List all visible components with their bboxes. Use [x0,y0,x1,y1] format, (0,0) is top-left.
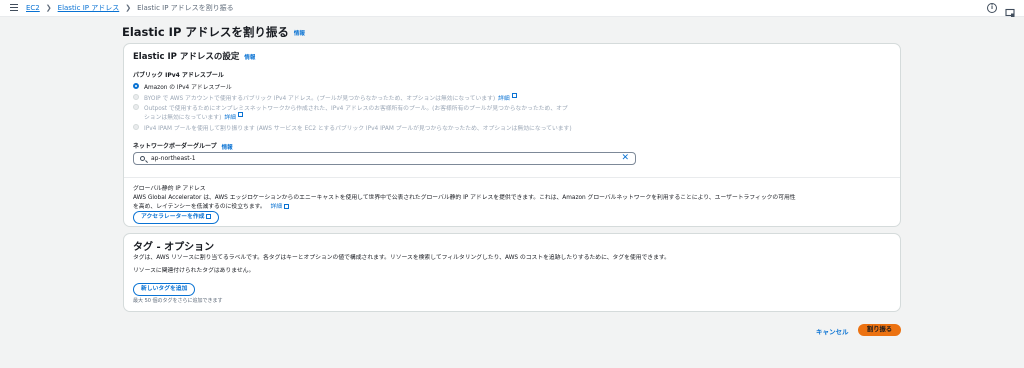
cancel-button[interactable]: キャンセル [816,326,849,336]
search-icon [140,156,145,161]
external-link-icon [237,112,243,117]
page-title-text: Elastic IP アドレスを割り振る [122,25,289,39]
info-icon[interactable]: i [987,3,997,13]
radio-byoip: BYOIP で AWS アカウントで使用するパブリック IPv4 アドレス。(プ… [133,93,517,102]
radio-byoip-label: BYOIP で AWS アカウントで使用するパブリック IPv4 アドレス。(プ… [144,96,496,102]
global-ip-desc-line2: を高め、レイテンシーを低減するのに役立ちます。 [133,204,266,210]
page-title: Elastic IP アドレスを割り振る 情報 [122,24,305,40]
settings-info-link[interactable]: 情報 [244,55,255,61]
breadcrumb-ec2[interactable]: EC2 [26,4,40,12]
chevron-right-icon: ❯ [125,4,132,12]
create-accelerator-button[interactable]: アクセラレーターを作成 [133,211,220,224]
radio-ipam: IPv4 IPAM プールを使用して割り振ります (AWS サービスを EC2 … [133,123,572,132]
radio-outpost: Outpost で使用するためにオンプレミスネットワークから作成された、IPv4… [133,103,568,112]
settings-heading: Elastic IP アドレスの設定 情報 [133,50,255,62]
radio-disabled-icon [133,104,139,110]
global-ip-desc-line2-row: を高め、レイテンシーを低減するのに役立ちます。 詳細 [133,201,290,210]
breadcrumb-current: Elastic IP アドレスを割り振る [137,4,234,12]
chevron-right-icon: ❯ [45,4,52,12]
border-group-label: ネットワークボーダーグループ [133,143,217,150]
menu-icon[interactable] [10,4,18,11]
radio-disabled-icon [133,94,139,100]
radio-selected-icon[interactable] [133,83,139,89]
breadcrumb-elastic-ip[interactable]: Elastic IP アドレス [58,3,120,13]
radio-amazon-pool[interactable]: Amazon の IPv4 アドレスプール [133,82,232,91]
clear-icon[interactable]: ✕ [621,153,629,164]
external-link-icon [284,204,290,209]
page-info-link[interactable]: 情報 [294,31,305,37]
elastic-ip-settings-panel: Elastic IP アドレスの設定 情報 パブリック IPv4 アドレスプール … [123,43,901,227]
tags-description: タグは、AWS リソースに割り当てるラベルです。各タグはキーとオプションの値で構… [133,255,670,261]
breadcrumb: EC2 ❯ Elastic IP アドレス ❯ Elastic IP アドレスを… [26,3,234,13]
outpost-detail-link[interactable]: 詳細 [224,112,236,121]
allocate-button[interactable]: 割り振る [858,324,901,336]
tags-panel: タグ - オプション タグは、AWS リソースに割り当てるラベルです。各タグはキ… [123,233,901,312]
global-ip-title: グローバル静的 IP アドレス [133,186,206,192]
tags-empty-message: リソースに関連付けられたタグはありません。 [133,268,255,274]
global-ip-desc-line1: AWS Global Accelerator は、AWS エッジロケーションから… [133,195,796,201]
tags-title: タグ - オプション [133,242,215,253]
top-navigation: EC2 ❯ Elastic IP アドレス ❯ Elastic IP アドレスを… [0,0,1024,17]
pool-label: パブリック IPv4 アドレスプール [133,72,224,79]
border-group-search-input[interactable]: ap-northeast-1 ✕ [133,152,636,165]
settings-title: Elastic IP アドレスの設定 [133,52,240,62]
global-detail-link[interactable]: 詳細 [270,204,282,210]
add-tag-button[interactable]: 新しいタグを追加 [133,283,196,296]
settings-icon[interactable] [1005,3,1015,17]
border-group-heading: ネットワークボーダーグループ 情報 [133,141,233,151]
external-link-icon [511,93,517,98]
radio-amazon-label: Amazon の IPv4 アドレスプール [144,85,232,91]
section-divider [124,177,900,178]
border-group-info-link[interactable]: 情報 [222,145,233,151]
radio-ipam-label: IPv4 IPAM プールを使用して割り振ります (AWS サービスを EC2 … [144,126,572,132]
radio-outpost-label: Outpost で使用するためにオンプレミスネットワークから作成された、IPv4… [144,106,568,112]
border-group-value[interactable]: ap-northeast-1 [151,155,196,162]
external-link-icon [206,214,212,219]
byoip-detail-link[interactable]: 詳細 [498,93,510,102]
radio-disabled-icon [133,124,139,130]
create-accelerator-label: アクセラレーターを作成 [141,214,205,220]
radio-outpost-label2: ションは無効になっています) [144,115,222,121]
tags-hint: 最大 50 個のタグをさらに追加できます [133,298,223,304]
radio-outpost-cont: ションは無効になっています) 詳細 [144,112,243,121]
